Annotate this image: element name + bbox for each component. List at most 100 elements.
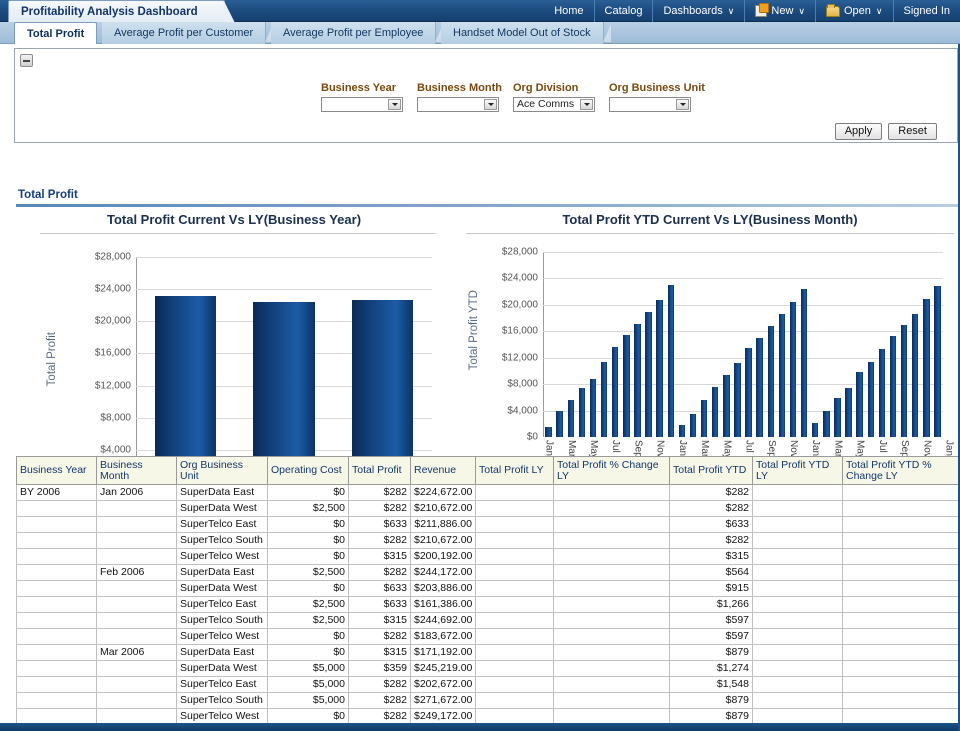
bar[interactable] [723,374,730,437]
bar[interactable] [154,296,216,462]
bar[interactable] [900,324,908,437]
bar[interactable] [789,301,797,437]
dashboard-title-tab[interactable]: Profitability Analysis Dashboard [8,0,235,23]
bar[interactable] [812,422,819,437]
bar[interactable] [634,324,641,437]
table-column-header[interactable]: Total Profit YTD [669,456,753,485]
bar[interactable] [578,388,586,437]
table-column-header[interactable]: Operating Cost [267,456,349,485]
table-cell: $211,886.00 [410,516,476,533]
bar[interactable] [745,348,752,437]
bar[interactable] [600,361,608,437]
table-column-header[interactable]: Total Profit [348,456,411,485]
bar[interactable] [767,325,774,437]
bar[interactable] [689,414,697,437]
chevron-down-icon[interactable] [676,99,689,110]
table-cell [16,564,97,581]
bar[interactable] [756,337,763,437]
table-cell [475,580,554,597]
table-cell: Feb 2006 [96,564,177,581]
dashboard-page: Business Year Business Month Org Division A… [0,44,960,731]
table-cell [553,580,670,597]
table-cell [553,596,670,613]
bar[interactable] [645,311,652,437]
chevron-down-icon[interactable] [388,99,401,110]
filter-select-business-year[interactable] [321,97,403,112]
table-column-header[interactable]: Total Profit YTD % Change LY [842,456,960,485]
bar[interactable] [867,361,874,437]
bar[interactable] [878,349,886,437]
table-cell: $282 [669,500,753,517]
filter-select-org-division[interactable]: Ace Comms [513,97,595,112]
filter-select-business-month[interactable] [417,97,499,112]
table-cell: $0 [267,516,349,533]
bar[interactable] [845,388,852,437]
y-axis-tick: $0 [526,431,538,443]
tab-average-profit-per-employee[interactable]: Average Profit per Employee [271,22,444,44]
chart-title-rule [40,233,436,234]
tab-average-profit-per-customer[interactable]: Average Profit per Customer [102,22,274,44]
nav-item-signed-in[interactable]: Signed In [894,0,960,22]
bar[interactable] [912,313,919,437]
filter-label: Business Month [417,82,502,94]
nav-item-new[interactable]: New ∨ [745,0,816,22]
bar[interactable] [856,372,863,437]
bar[interactable] [656,300,663,437]
apply-button[interactable]: Apply [834,123,883,140]
table-column-header[interactable]: Total Profit % Change LY [553,456,670,485]
nav-item-open[interactable]: Open ∨ [816,0,894,22]
bar[interactable] [352,299,414,462]
table-column-header[interactable]: Revenue [410,456,476,485]
bar[interactable] [567,400,574,437]
bar[interactable] [823,410,830,437]
table-cell [752,628,843,645]
bar[interactable] [734,362,741,437]
table-cell: $271,672.00 [410,692,476,709]
tab-total-profit[interactable]: Total Profit [14,22,98,45]
bar[interactable] [623,335,630,437]
table-column-header[interactable]: Business Year [16,456,97,485]
bar[interactable] [778,313,786,437]
bar[interactable] [889,335,897,437]
filter-business-year: Business Year [321,82,403,112]
chevron-down-icon[interactable] [580,99,593,110]
y-axis-tick: $24,000 [94,283,131,295]
bar[interactable] [678,425,686,437]
bar[interactable] [800,288,808,437]
table-cell [553,548,670,565]
table-cell [475,676,554,693]
nav-item-dashboards[interactable]: Dashboards ∨ [653,0,746,22]
chart-total-profit-by-year[interactable]: Total Profit Current Vs LY(Business Year… [18,212,450,462]
table-cell [475,692,554,709]
bar[interactable] [834,398,841,437]
table-cell [475,484,554,501]
y-axis-tick: $28,000 [501,246,538,258]
bar[interactable] [253,302,315,462]
bar[interactable] [556,410,563,437]
results-table-wrapper[interactable]: Business Year Business Month Org Business … [16,456,960,731]
section-title: Total Profit [18,189,78,201]
bar[interactable] [700,399,708,437]
tab-handset-model-out-of-stock[interactable]: Handset Model Out of Stock [441,22,611,44]
bar[interactable] [545,426,552,437]
bar[interactable] [934,286,941,437]
table-cell: $633 [348,580,411,597]
nav-item-home[interactable]: Home [544,0,595,22]
filter-value: Ace Comms [517,98,575,110]
collapse-minus-icon[interactable] [20,54,33,67]
bar[interactable] [712,387,719,437]
bar[interactable] [589,379,597,437]
table-column-header[interactable]: Org Business Unit [176,456,268,485]
table-cell [96,516,177,533]
filter-select-org-business-unit[interactable] [609,97,691,112]
bar[interactable] [667,284,674,437]
table-column-header[interactable]: Total Profit LY [475,456,554,485]
table-column-header[interactable]: Total Profit YTD LY [752,456,843,485]
reset-button[interactable]: Reset [888,123,937,140]
table-column-header[interactable]: Business Month [96,456,177,485]
chevron-down-icon[interactable] [484,99,497,110]
bar[interactable] [612,347,619,437]
chart-total-profit-ytd-by-month[interactable]: Total Profit YTD Current Vs LY(Business … [460,212,960,494]
bar[interactable] [923,299,930,437]
nav-item-catalog[interactable]: Catalog [595,0,654,22]
